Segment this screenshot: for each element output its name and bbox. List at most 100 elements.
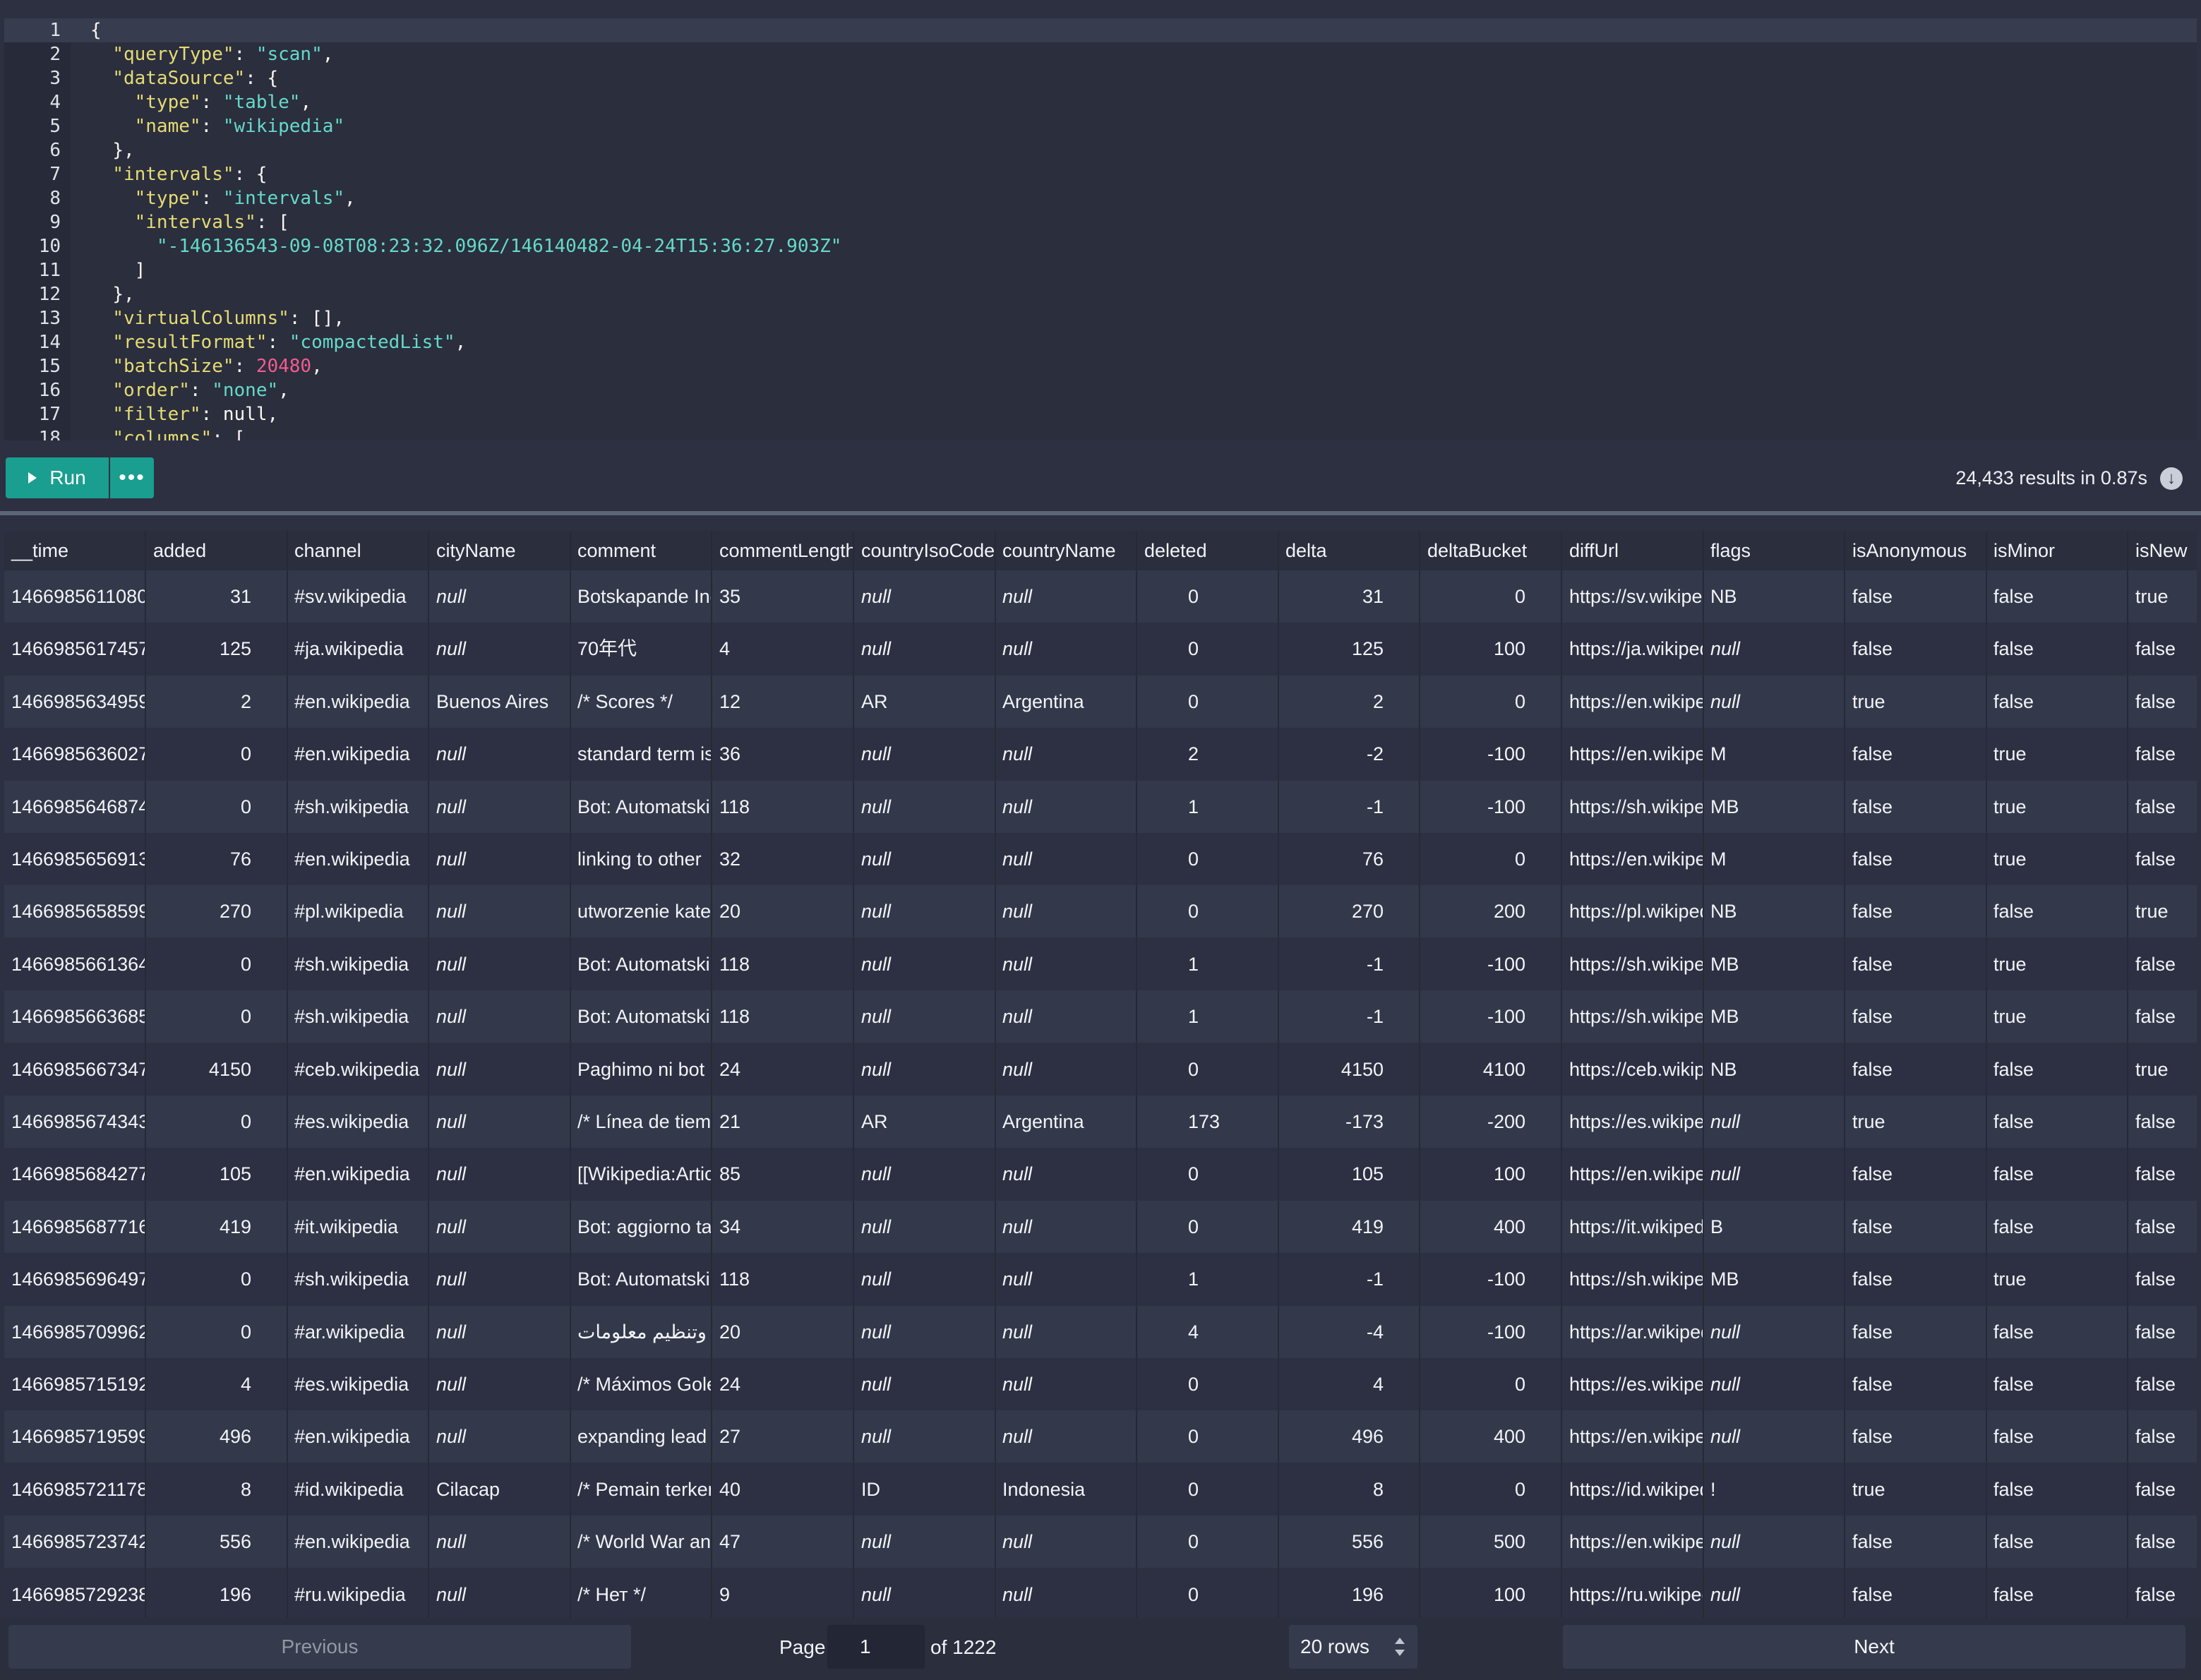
- rows-per-page-select[interactable]: 20 rows: [1289, 1625, 1417, 1669]
- download-icon[interactable]: [2160, 467, 2183, 490]
- code-line[interactable]: 14 "resultFormat": "compactedList",: [4, 330, 2197, 354]
- code-line[interactable]: 3 "dataSource": {: [4, 66, 2197, 90]
- column-header[interactable]: flags: [1703, 531, 1845, 570]
- page-number-input[interactable]: [827, 1625, 925, 1669]
- code-line[interactable]: 17 "filter": null,: [4, 402, 2197, 426]
- table-cell: #sh.wikipedia: [287, 938, 429, 990]
- table-row[interactable]: 1466985684277 105 #en.wikipedia null [[Wikip…: [4, 1148, 2197, 1200]
- column-header[interactable]: cityName: [429, 531, 571, 570]
- code-line[interactable]: 11 ]: [4, 258, 2197, 282]
- code-text: "queryType": "scan",: [90, 42, 333, 66]
- table-row[interactable]: 1466985687716 419 #it.wikipedia null Bot: ag…: [4, 1201, 2197, 1253]
- code-line[interactable]: 10 "-146136543-09-08T08:23:32.096Z/14614…: [4, 234, 2197, 258]
- code-token: : [],: [289, 308, 345, 329]
- code-line[interactable]: 2 "queryType": "scan",: [4, 42, 2197, 66]
- next-button[interactable]: Next: [1563, 1625, 2185, 1669]
- column-header[interactable]: commentLength: [712, 531, 854, 570]
- column-header[interactable]: comment: [570, 531, 712, 570]
- table-cell: #en.wikipedia: [287, 833, 429, 885]
- column-header[interactable]: countryIsoCode: [854, 531, 996, 570]
- column-header[interactable]: deleted: [1137, 531, 1279, 570]
- code-token: "batchSize": [112, 356, 234, 377]
- code-token: ,: [278, 380, 289, 401]
- table-row[interactable]: 1466985674343 0 #es.wikipedia null/* Línea …: [4, 1096, 2197, 1148]
- table-cell: 1466985674343: [4, 1096, 146, 1148]
- table-cell: null: [429, 885, 571, 937]
- code-line[interactable]: 8 "type": "intervals",: [4, 186, 2197, 210]
- column-header[interactable]: isAnonymous: [1845, 531, 1987, 570]
- table-row[interactable]: 14669857099620#ar.wikipedianullإضافة وتن…: [4, 1306, 2197, 1358]
- column-header[interactable]: channel: [287, 531, 429, 570]
- code-line[interactable]: 5 "name": "wikipedia": [4, 114, 2197, 138]
- table-cell: false: [1845, 1358, 1987, 1410]
- code-token: ,: [267, 404, 279, 425]
- table-row[interactable]: 1466985696497 0 #sh.wikipedia null Bot: Auto…: [4, 1253, 2197, 1305]
- table-cell: 118: [712, 781, 854, 833]
- code-line[interactable]: 6 },: [4, 138, 2197, 162]
- code-line[interactable]: 12 },: [4, 282, 2197, 306]
- column-header[interactable]: diffUrl: [1562, 531, 1704, 570]
- table-row[interactable]: 1466985667347 4150 #ceb.wikipedia null Paghi…: [4, 1043, 2197, 1096]
- column-header[interactable]: __time: [4, 531, 146, 570]
- table-row[interactable]: 1466985661364 0 #sh.wikipedia null Bot: Auto…: [4, 938, 2197, 990]
- table-cell: Buenos Aires: [429, 676, 571, 728]
- column-header[interactable]: isNew: [2128, 531, 2197, 570]
- code-token: "resultFormat": [112, 332, 268, 353]
- table-cell: null: [429, 1306, 571, 1358]
- table-row[interactable]: 1466985719599 496 #en.wikipedia null expandi…: [4, 1410, 2197, 1463]
- table-row[interactable]: 1466985634959 2 #en.wikipedia Buenos Aires /…: [4, 676, 2197, 728]
- more-options-button[interactable]: •••: [110, 457, 154, 498]
- table-cell: 200: [1420, 885, 1562, 937]
- column-header[interactable]: deltaBucket: [1420, 531, 1562, 570]
- table-row[interactable]: 1466985723742 556 #en.wikipedia null/* Worl…: [4, 1516, 2197, 1568]
- table-cell: #id.wikipedia: [287, 1463, 429, 1516]
- code-line[interactable]: 9 "intervals": [: [4, 210, 2197, 234]
- code-line[interactable]: 4 "type": "table",: [4, 90, 2197, 114]
- code-line[interactable]: 13 "virtualColumns": [],: [4, 306, 2197, 330]
- table-row[interactable]: 1466985636027 0 #en.wikipedia null standard …: [4, 728, 2197, 780]
- column-header[interactable]: added: [146, 531, 288, 570]
- table-cell: 1466985684277: [4, 1148, 146, 1200]
- code-line[interactable]: 7 "intervals": {: [4, 162, 2197, 186]
- table-row[interactable]: 1466985611080 31 #sv.wikipedia null Botskapa…: [4, 570, 2197, 623]
- table-row[interactable]: 1466985658599 270 #pl.wikipedia null utworze…: [4, 885, 2197, 937]
- code-line[interactable]: 16 "order": "none",: [4, 378, 2197, 402]
- table-row[interactable]: 1466985721178 8 #id.wikipedia Cilacap/* Pem…: [4, 1463, 2197, 1516]
- code-line[interactable]: 15 "batchSize": 20480,: [4, 354, 2197, 378]
- code-token: ,: [300, 92, 312, 113]
- run-button[interactable]: Run: [6, 457, 109, 498]
- table-cell: null: [854, 623, 996, 675]
- table-cell: false: [1986, 1410, 2128, 1463]
- table-cell: 4: [712, 623, 854, 675]
- code-line[interactable]: 1{: [4, 18, 2197, 42]
- table-row[interactable]: 1466985646874 0 #sh.wikipedia null Bot: Auto…: [4, 781, 2197, 833]
- table-row[interactable]: 1466985663685 0 #sh.wikipedia null Bot: Auto…: [4, 990, 2197, 1043]
- table-cell: null: [854, 1201, 996, 1253]
- code-token: "intervals": [134, 212, 256, 233]
- table-cell: 419: [1278, 1201, 1420, 1253]
- column-header[interactable]: isMinor: [1986, 531, 2128, 570]
- column-header[interactable]: delta: [1278, 531, 1420, 570]
- table-cell: null: [429, 1253, 571, 1305]
- code-token: "order": [112, 380, 190, 401]
- table-row[interactable]: 1466985656913 76 #en.wikipedia null linking …: [4, 833, 2197, 885]
- previous-button[interactable]: Previous: [8, 1625, 631, 1669]
- code-token: :: [200, 116, 223, 137]
- table-row[interactable]: 1466985729238 196 #ru.wikipedia null/* Нет …: [4, 1568, 2197, 1618]
- table-row[interactable]: 1466985617457 125 #ja.wikipedia null 70年代 4 nu…: [4, 623, 2197, 675]
- table-cell: false: [2128, 728, 2197, 780]
- table-cell: null: [429, 990, 571, 1043]
- table-cell: false: [2128, 1253, 2197, 1305]
- code-token: "intervals": [112, 164, 234, 185]
- column-header[interactable]: countryName: [995, 531, 1137, 570]
- table-cell: 173: [1137, 1096, 1279, 1148]
- table-row[interactable]: 1466985715192 4 #es.wikipedia null/* Máximo…: [4, 1358, 2197, 1410]
- table-cell: null: [429, 728, 571, 780]
- table-cell: 1466985646874: [4, 781, 146, 833]
- code-line[interactable]: 18 "columns": [: [4, 426, 2197, 440]
- pane-divider[interactable]: [0, 511, 2201, 515]
- table-cell: 100: [1420, 1568, 1562, 1618]
- table-cell: 1466985719599: [4, 1410, 146, 1463]
- query-editor[interactable]: 1{2 "queryType": "scan", 3 "dataSource": …: [4, 18, 2197, 440]
- table-cell: 21: [712, 1096, 854, 1148]
